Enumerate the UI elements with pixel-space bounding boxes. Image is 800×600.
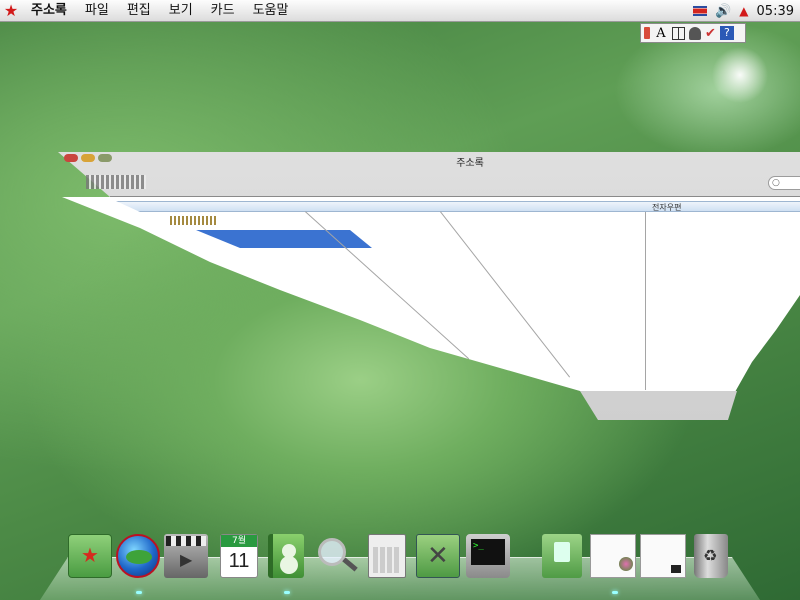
file-search-icon[interactable] bbox=[316, 534, 360, 578]
system-tools-icon[interactable] bbox=[416, 534, 460, 578]
calculator-icon[interactable] bbox=[368, 534, 406, 578]
calendar-day: 11 bbox=[228, 550, 250, 572]
terminal-icon[interactable]: >_ bbox=[466, 534, 510, 578]
minimize-window-button[interactable] bbox=[81, 154, 95, 162]
running-indicator bbox=[284, 591, 290, 594]
column-header-email[interactable]: 전자우편 bbox=[652, 202, 681, 213]
home-folder-icon[interactable] bbox=[68, 534, 112, 578]
zoom-window-button[interactable] bbox=[98, 154, 112, 162]
software-manager-icon[interactable] bbox=[542, 534, 582, 578]
running-indicator bbox=[136, 591, 142, 594]
titlebar-divider bbox=[110, 196, 800, 197]
video-player-icon[interactable] bbox=[164, 534, 208, 578]
address-book-window: 주소록 ○ 전자우편 bbox=[0, 0, 800, 600]
search-icon: ○ bbox=[772, 178, 780, 188]
window-controls bbox=[64, 154, 112, 162]
column-separator bbox=[645, 212, 646, 390]
magnifier-handle bbox=[342, 557, 358, 572]
calendar-icon[interactable]: 7월 11 bbox=[220, 534, 258, 578]
calendar-month: 7월 bbox=[221, 535, 257, 547]
close-window-button[interactable] bbox=[64, 154, 78, 162]
contact-row[interactable] bbox=[170, 216, 216, 225]
blank-window-thumbnail-icon[interactable] bbox=[640, 534, 686, 578]
terminal-prompt: >_ bbox=[471, 539, 505, 565]
document-window-thumbnail-icon[interactable] bbox=[590, 534, 636, 578]
trash-icon[interactable] bbox=[694, 534, 728, 578]
running-indicator bbox=[612, 591, 618, 594]
window-body bbox=[62, 197, 800, 392]
magnifier-lens bbox=[318, 538, 346, 566]
web-browser-icon[interactable] bbox=[116, 534, 160, 578]
window-title: 주소록 bbox=[456, 158, 484, 169]
column-header-bar bbox=[116, 201, 800, 212]
window-toolbar-buttons[interactable] bbox=[86, 175, 146, 189]
search-input[interactable]: ○ bbox=[768, 176, 800, 190]
address-book-icon[interactable] bbox=[268, 534, 304, 578]
